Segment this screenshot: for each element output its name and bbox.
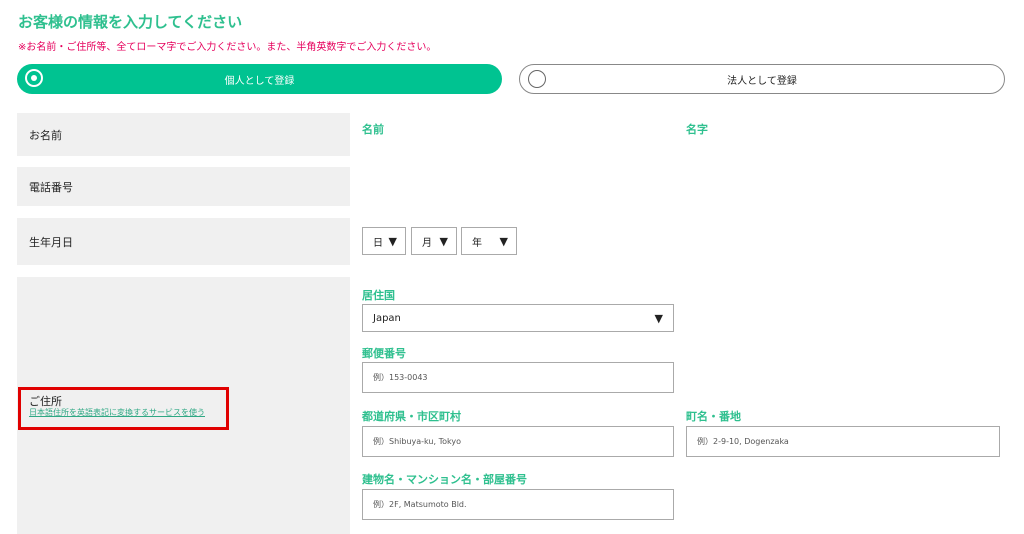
phone-label: 電話番号 xyxy=(29,180,73,194)
down-triangle-icon: ▼ xyxy=(439,234,448,248)
birth-month-value: 月 xyxy=(422,237,432,249)
country-label: 居住国 xyxy=(362,289,395,302)
name-row-label: お名前 xyxy=(17,113,350,156)
street-field[interactable] xyxy=(686,426,1000,457)
birth-year-value: 年 xyxy=(472,237,482,249)
birth-month-select[interactable]: 月 ▼ xyxy=(411,227,457,255)
country-value: Japan xyxy=(373,312,401,324)
register-individual-button[interactable]: 個人として登録 xyxy=(17,64,502,94)
building-field[interactable] xyxy=(362,489,674,520)
down-triangle-icon: ▼ xyxy=(388,234,397,248)
register-corporate-label: 法人として登録 xyxy=(727,75,797,87)
down-triangle-icon: ▼ xyxy=(654,311,663,325)
city-label: 都道府県・市区町村 xyxy=(362,410,461,423)
birth-year-select[interactable]: 年 ▼ xyxy=(461,227,517,255)
birth-day-value: 日 xyxy=(373,237,383,249)
first-name-label: 名前 xyxy=(362,123,384,136)
street-input[interactable] xyxy=(697,437,999,446)
name-label: お名前 xyxy=(29,128,62,142)
birthdate-label: 生年月日 xyxy=(29,235,73,249)
building-label: 建物名・マンション名・部屋番号 xyxy=(362,473,527,486)
postal-code-field[interactable] xyxy=(362,362,674,393)
birth-day-select[interactable]: 日 ▼ xyxy=(362,227,406,255)
birthdate-row-label: 生年月日 xyxy=(17,218,350,265)
down-triangle-icon: ▼ xyxy=(499,234,508,248)
postal-code-input[interactable] xyxy=(373,373,673,382)
phone-row-label: 電話番号 xyxy=(17,167,350,206)
register-corporate-button[interactable]: 法人として登録 xyxy=(519,64,1005,94)
city-field[interactable] xyxy=(362,426,674,457)
last-name-label: 名字 xyxy=(686,123,708,136)
street-label: 町名・番地 xyxy=(686,410,741,423)
postal-code-label: 郵便番号 xyxy=(362,347,406,360)
highlight-box xyxy=(18,387,229,430)
romaji-notice: ※お名前・ご住所等、全てローマ字でご入力ください。また、半角英数字でご入力くださ… xyxy=(18,42,437,53)
country-select[interactable]: Japan ▼ xyxy=(362,304,674,332)
page-title: お客様の情報を入力してください xyxy=(18,13,243,31)
city-input[interactable] xyxy=(373,437,673,446)
radio-unselected-icon xyxy=(528,70,546,88)
radio-selected-icon xyxy=(25,69,43,87)
building-input[interactable] xyxy=(373,500,673,509)
register-individual-label: 個人として登録 xyxy=(224,75,295,87)
